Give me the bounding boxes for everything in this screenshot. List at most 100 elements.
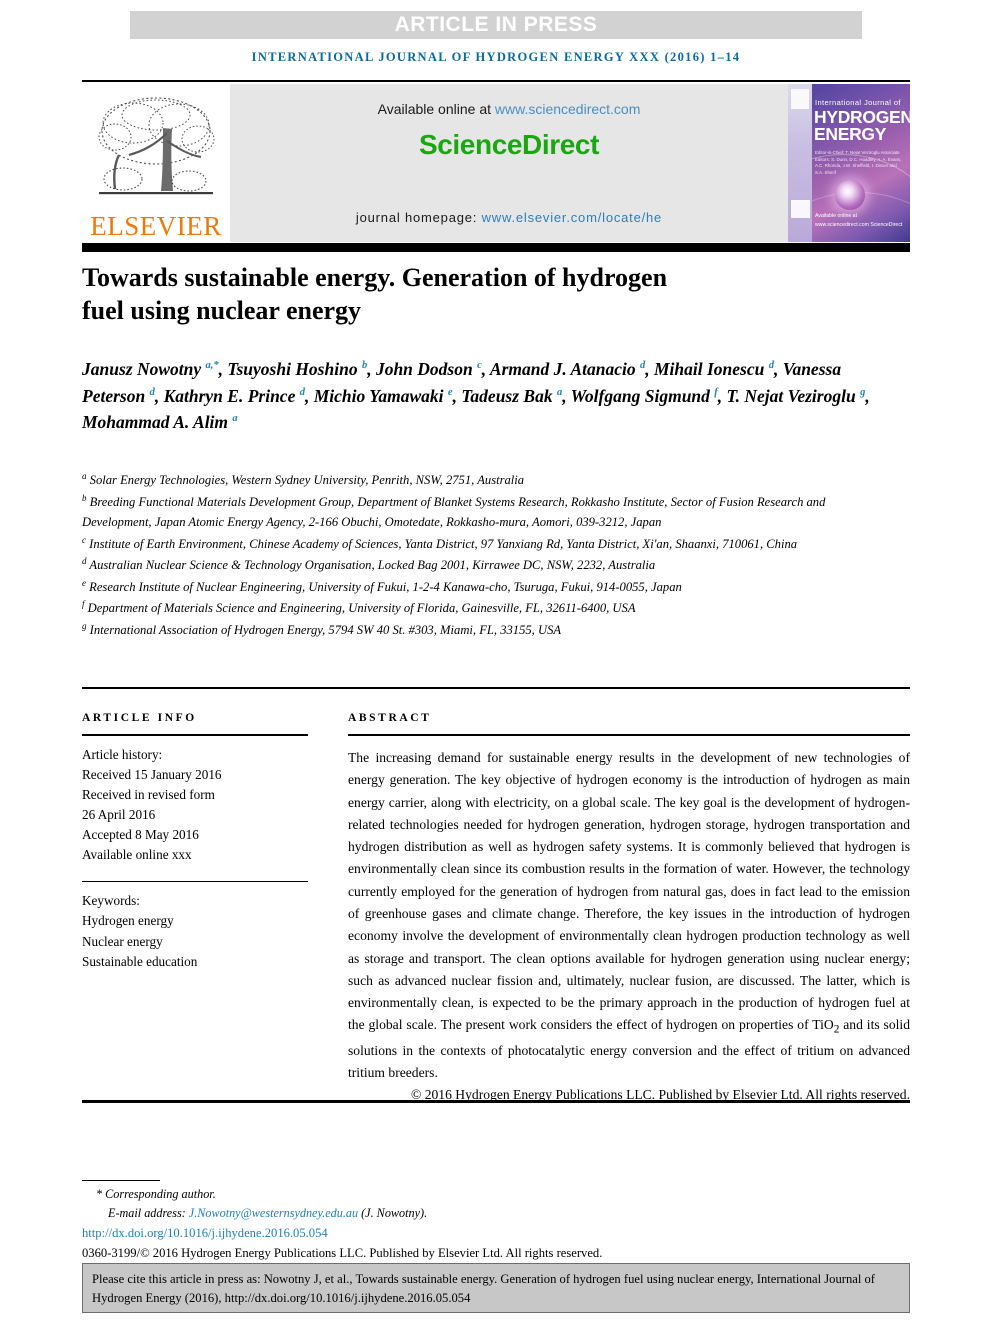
corresponding-author-note: * Corresponding author. bbox=[96, 1187, 216, 1201]
author-list: Janusz Nowotny a,*, Tsuyoshi Hoshino b, … bbox=[82, 356, 872, 436]
author-name: Mihail Ionescu d, bbox=[653, 359, 783, 379]
masthead-top-rule bbox=[82, 80, 910, 82]
author-affiliation-mark: a bbox=[556, 386, 563, 398]
author-affiliation-mark: d bbox=[639, 360, 646, 372]
affiliation-mark: e bbox=[82, 577, 86, 588]
author-affiliation-mark: g bbox=[860, 386, 866, 398]
affiliation-mark: d bbox=[82, 556, 87, 567]
author-affiliation-mark: a,* bbox=[205, 360, 219, 372]
footnote-block: * Corresponding author. E-mail address: … bbox=[82, 1185, 882, 1263]
cover-small-title: International Journal of bbox=[815, 98, 901, 107]
affiliation-mark: b bbox=[82, 492, 87, 503]
author-name: Kathryn E. Prince d, bbox=[163, 385, 314, 406]
affiliation-item: g International Association of Hydrogen … bbox=[82, 620, 562, 638]
email-line: E-mail address: J.Nowotny@westernsydney.… bbox=[82, 1204, 882, 1223]
author-affiliation-mark: d bbox=[299, 386, 305, 398]
available-online-line: Available online at www.sciencedirect.co… bbox=[378, 101, 641, 117]
author-affiliation-mark: a bbox=[232, 413, 238, 425]
cover-sciencedirect-mark: Available online at www.sciencedirect.co… bbox=[815, 213, 903, 229]
sciencedirect-link[interactable]: www.sciencedirect.com bbox=[495, 101, 641, 117]
paper-page: ARTICLE IN PRESS INTERNATIONAL JOURNAL O… bbox=[0, 0, 992, 1323]
article-history-item: Accepted 8 May 2016 bbox=[82, 827, 199, 843]
journal-homepage-prefix: journal homepage: bbox=[355, 210, 482, 225]
author-name: T. Nejat Veziroglu g, bbox=[726, 385, 870, 406]
author-affiliation-mark: b bbox=[361, 360, 368, 372]
cover-title-line-2: ENERGY bbox=[814, 124, 887, 145]
article-in-press-banner: ARTICLE IN PRESS bbox=[130, 11, 862, 39]
cover-big-title: HYDROGEN ENERGY bbox=[814, 108, 910, 145]
affiliation-mark: g bbox=[82, 620, 87, 631]
article-in-press-label: ARTICLE IN PRESS bbox=[394, 13, 598, 36]
author-name: Armand J. Atanacio d, bbox=[489, 359, 654, 379]
article-info-heading: ARTICLE INFO bbox=[82, 712, 197, 724]
abstract-body: The increasing demand for sustainable en… bbox=[348, 750, 910, 1080]
elsevier-wordmark: ELSEVIER bbox=[90, 211, 222, 241]
author-affiliation-mark: f bbox=[714, 386, 718, 398]
author-name: Mohammad A. Alim a bbox=[82, 412, 238, 433]
cover-editors-text: Editor-in-Chief: T. Nejat Veziroglu Asso… bbox=[815, 150, 902, 175]
journal-cover-image: International Journal of HYDROGEN ENERGY… bbox=[788, 84, 910, 242]
abstract-copyright: © 2016 Hydrogen Energy Publications LLC.… bbox=[410, 1087, 910, 1103]
author-name: Tadeusz Bak a, bbox=[461, 385, 571, 406]
affiliation-item: d Australian Nuclear Science & Technolog… bbox=[82, 556, 656, 573]
doi-link[interactable]: http://dx.doi.org/10.1016/j.ijhydene.201… bbox=[82, 1224, 882, 1243]
author-affiliation-mark: e bbox=[447, 386, 453, 398]
cover-elsevier-icon bbox=[791, 89, 809, 109]
elsevier-logo: ELSEVIER bbox=[82, 84, 230, 242]
lower-divider-rule bbox=[82, 1100, 910, 1103]
abstract-rule bbox=[348, 734, 910, 736]
author-name: Tsuyoshi Hoshino b, bbox=[227, 359, 376, 379]
affiliation-item: a Solar Energy Technologies, Western Syd… bbox=[82, 471, 525, 488]
affiliation-item: c Institute of Earth Environment, Chines… bbox=[82, 534, 798, 551]
abstract-column: ABSTRACT The increasing demand for susta… bbox=[348, 712, 910, 1107]
article-history-items: Received 15 January 2016 Received in revi… bbox=[82, 765, 308, 865]
cover-orb-graphic bbox=[835, 180, 865, 210]
chemical-subscript: 2 bbox=[833, 1024, 840, 1037]
article-info-rule bbox=[82, 734, 308, 736]
author-name: Michio Yamawaki e, bbox=[313, 385, 462, 406]
article-history-item: Received 15 January 2016 bbox=[82, 767, 222, 783]
author-affiliation-mark: d bbox=[768, 360, 774, 372]
keywords-block: Keywords: Hydrogen energy Nuclear energy S… bbox=[82, 891, 308, 971]
article-history-item: Available online xxx bbox=[82, 847, 192, 863]
article-history-item: Received in revised form bbox=[82, 787, 215, 803]
sciencedirect-logo: ScienceDirect bbox=[418, 129, 599, 160]
keywords-items: Hydrogen energy Nuclear energy Sustainable… bbox=[82, 911, 308, 971]
article-history-block: Article history: Received 15 January 201… bbox=[82, 745, 308, 865]
affiliation-item: b Breeding Functional Materials Developm… bbox=[82, 492, 826, 530]
email-label: E-mail address: bbox=[108, 1205, 189, 1220]
journal-homepage-line: journal homepage: www.elsevier.com/locat… bbox=[230, 210, 788, 225]
keyword-item: Sustainable education bbox=[82, 953, 198, 969]
author-affiliation-mark: d bbox=[149, 386, 155, 398]
article-history-label: Article history: bbox=[82, 747, 163, 762]
keyword-item: Hydrogen energy bbox=[82, 913, 174, 929]
author-affiliation-mark: c bbox=[477, 360, 482, 372]
elsevier-tree-icon bbox=[93, 93, 219, 211]
cover-ihe-icon bbox=[791, 200, 810, 218]
author-name: Janusz Nowotny a,*, bbox=[82, 359, 228, 379]
masthead: ELSEVIER Available online at www.science… bbox=[82, 84, 910, 242]
masthead-bottom-rule bbox=[82, 243, 910, 252]
page-title: Towards sustainable energy. Generation o… bbox=[82, 263, 668, 325]
sciencedirect-banner: Available online at www.sciencedirect.co… bbox=[230, 84, 788, 242]
info-section-top-rule bbox=[82, 687, 910, 689]
keyword-item: Nuclear energy bbox=[82, 933, 163, 949]
journal-running-head: INTERNATIONAL JOURNAL OF HYDROGEN ENERGY… bbox=[251, 50, 741, 64]
article-info-column: ARTICLE INFO Article history: Received 1… bbox=[82, 712, 308, 972]
article-history-item: 26 April 2016 bbox=[82, 807, 156, 823]
email-address-link[interactable]: J.Nowotny@westernsydney.edu.au bbox=[189, 1206, 358, 1220]
author-name: John Dodson c, bbox=[375, 359, 490, 379]
email-suffix: (J. Nowotny). bbox=[358, 1205, 428, 1220]
abstract-heading: ABSTRACT bbox=[348, 712, 432, 724]
keywords-label: Keywords: bbox=[82, 893, 140, 909]
affiliation-mark: a bbox=[82, 471, 87, 481]
issn-copyright-line: 0360-3199/© 2016 Hydrogen Energy Publica… bbox=[82, 1246, 603, 1261]
affiliation-list: a Solar Energy Technologies, Western Syd… bbox=[82, 469, 882, 640]
footnote-rule bbox=[82, 1180, 160, 1181]
affiliation-mark: c bbox=[82, 534, 86, 545]
affiliation-item: e Research Institute of Nuclear Engineer… bbox=[82, 577, 682, 594]
affiliation-mark: f bbox=[82, 599, 85, 610]
author-name: Wolfgang Sigmund f, bbox=[570, 385, 727, 406]
affiliation-item: f Department of Materials Science and En… bbox=[82, 599, 636, 616]
journal-homepage-link[interactable]: www.elsevier.com/locate/he bbox=[482, 210, 662, 225]
